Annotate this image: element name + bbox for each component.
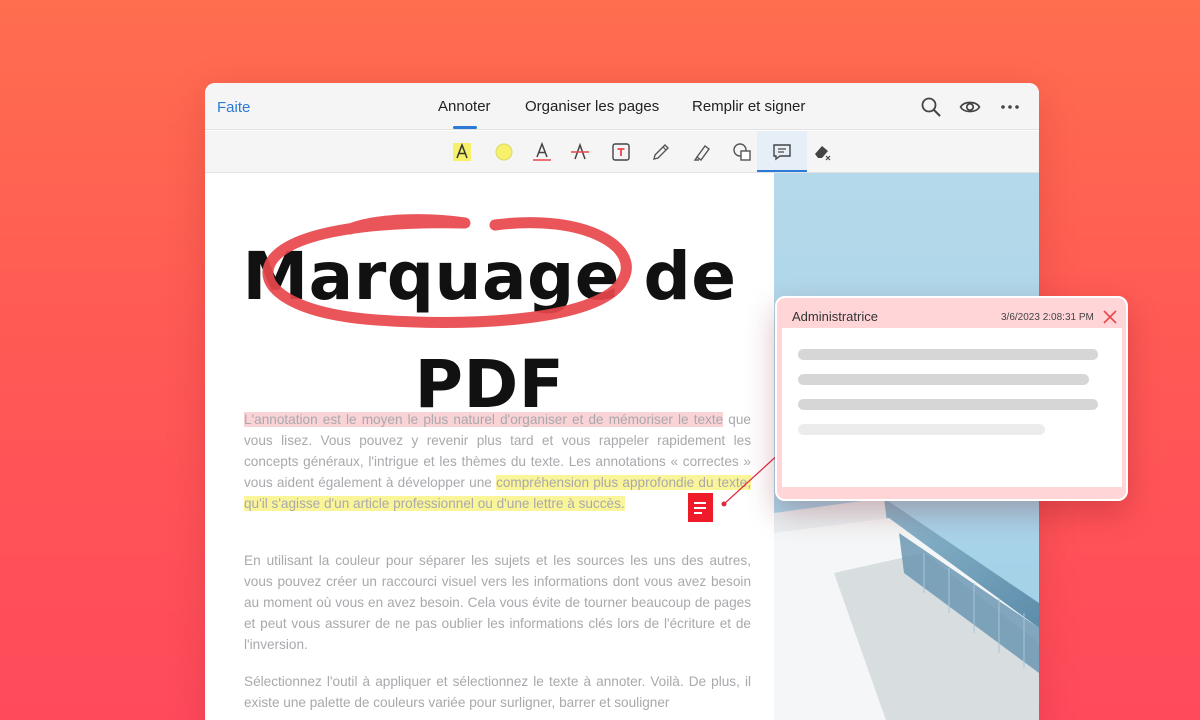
tab-organize-pages[interactable]: Organiser les pages — [525, 98, 659, 115]
comment-text-placeholder-line — [798, 424, 1045, 435]
pencil-icon[interactable] — [647, 139, 675, 165]
comment-text-area[interactable] — [782, 328, 1122, 487]
underline-icon[interactable] — [528, 139, 556, 165]
comment-text-placeholder-line — [798, 374, 1089, 385]
paragraph-3: Sélectionnez l'outil à appliquer et séle… — [244, 674, 751, 710]
pink-highlight[interactable]: L'annotation est le moyen le plus nature… — [244, 412, 724, 427]
comment-text-placeholder-line — [798, 399, 1098, 410]
eraser-icon[interactable] — [808, 139, 836, 165]
textbox-icon[interactable] — [607, 139, 635, 165]
active-tab-indicator — [453, 126, 477, 129]
paragraph-2: En utilisant la couleur pour séparer les… — [244, 553, 751, 652]
annotation-toolbar — [205, 131, 1039, 173]
paragraph-1: L'annotation est le moyen le plus nature… — [244, 409, 751, 514]
done-button[interactable]: Faite — [217, 99, 250, 116]
comment-icon[interactable] — [768, 139, 796, 165]
text-highlight-icon[interactable] — [448, 139, 476, 165]
comment-text-placeholder-line — [798, 349, 1098, 360]
marker-icon[interactable] — [688, 139, 716, 165]
comment-popup[interactable]: Administratrice 3/6/2023 2:08:31 PM — [775, 296, 1128, 501]
active-tool-indicator — [757, 170, 807, 172]
strikethrough-icon[interactable] — [566, 139, 594, 165]
title-line-1: Marquage de — [242, 238, 737, 315]
close-icon[interactable] — [1102, 309, 1118, 325]
tab-fill-and-sign[interactable]: Remplir et signer — [692, 98, 805, 115]
search-icon[interactable] — [920, 96, 942, 118]
circle-highlight-icon[interactable] — [490, 139, 518, 165]
tab-annotate[interactable]: Annoter — [438, 98, 491, 115]
comment-author: Administratrice — [792, 309, 878, 324]
comment-timestamp: 3/6/2023 2:08:31 PM — [1001, 312, 1094, 323]
top-bar: Faite Annoter Organiser les pages Rempli… — [205, 83, 1039, 130]
more-icon[interactable] — [999, 96, 1021, 118]
pdf-page: Marquage de PDF L'annotation est le moye… — [205, 173, 774, 720]
shapes-icon[interactable] — [728, 139, 756, 165]
note-marker-icon[interactable] — [688, 493, 713, 522]
page-title: Marquage de PDF — [205, 223, 774, 439]
eye-icon[interactable] — [959, 96, 981, 118]
